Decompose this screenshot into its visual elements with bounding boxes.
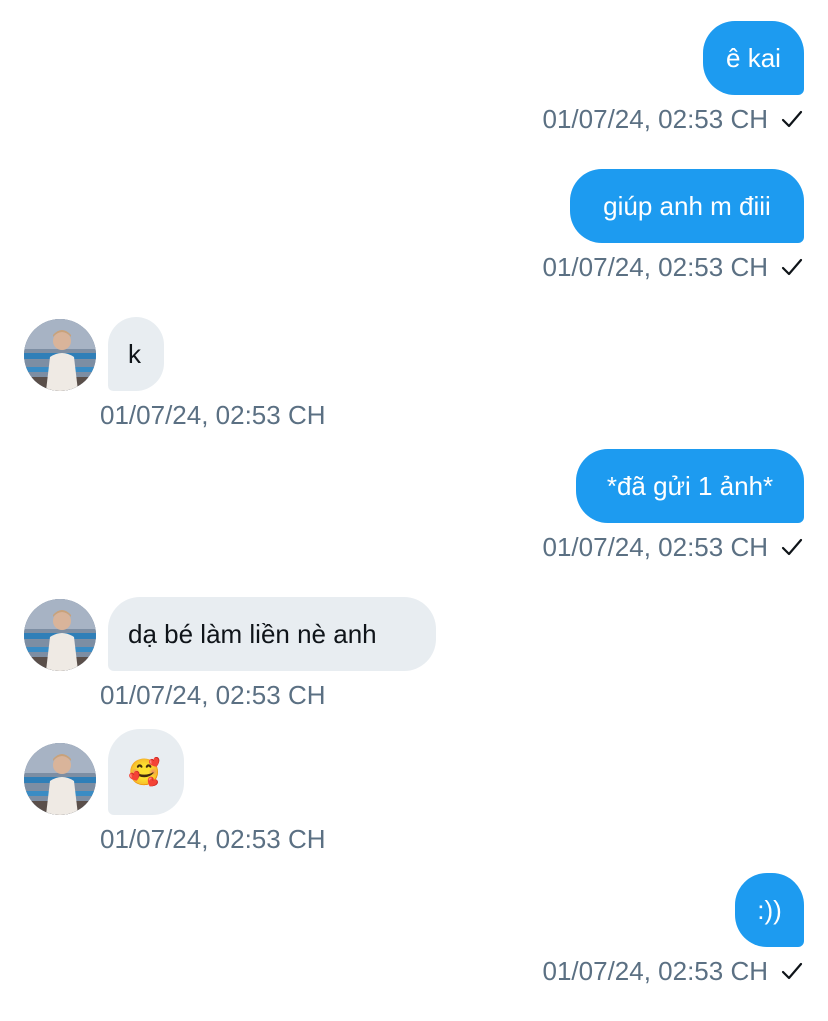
sent-message-bubble[interactable]: :)) <box>735 873 804 947</box>
checkmark-icon <box>780 107 804 131</box>
message-meta: 01/07/24, 02:53 CH <box>543 954 805 988</box>
sent-message-bubble[interactable]: giúp anh m điii <box>570 169 804 243</box>
message-timestamp: 01/07/24, 02:53 CH <box>100 679 326 710</box>
smiling-face-with-hearts-emoji: 🥰 <box>128 757 161 787</box>
message-timestamp: 01/07/24, 02:53 CH <box>542 955 769 986</box>
message-meta: 01/07/24, 02:53 CH <box>100 678 326 712</box>
message-timestamp: 01/07/24, 02:53 CH <box>100 399 326 430</box>
message-meta: 01/07/24, 02:53 CH <box>543 530 805 564</box>
message-meta: 01/07/24, 02:53 CH <box>100 398 326 432</box>
message-timestamp: 01/07/24, 02:53 CH <box>542 251 769 282</box>
message-meta: 01/07/24, 02:53 CH <box>100 822 326 856</box>
avatar[interactable] <box>24 743 96 815</box>
checkmark-icon <box>780 255 804 279</box>
sent-message-bubble[interactable]: *đã gửi 1 ảnh* <box>576 449 804 523</box>
chat-thread: ê kai 01/07/24, 02:53 CH giúp anh m điii… <box>0 0 828 1021</box>
received-message-bubble[interactable]: k <box>108 317 164 391</box>
message-meta: 01/07/24, 02:53 CH <box>543 250 805 284</box>
received-message-bubble[interactable]: 🥰 <box>108 729 184 815</box>
message-meta: 01/07/24, 02:53 CH <box>543 102 805 136</box>
message-timestamp: 01/07/24, 02:53 CH <box>542 531 769 562</box>
sent-message-bubble[interactable]: ê kai <box>703 21 804 95</box>
message-timestamp: 01/07/24, 02:53 CH <box>100 823 326 854</box>
avatar[interactable] <box>24 599 96 671</box>
checkmark-icon <box>780 535 804 559</box>
checkmark-icon <box>780 959 804 983</box>
message-timestamp: 01/07/24, 02:53 CH <box>542 103 769 134</box>
avatar[interactable] <box>24 319 96 391</box>
received-message-bubble[interactable]: dạ bé làm liền nè anh <box>108 597 436 671</box>
